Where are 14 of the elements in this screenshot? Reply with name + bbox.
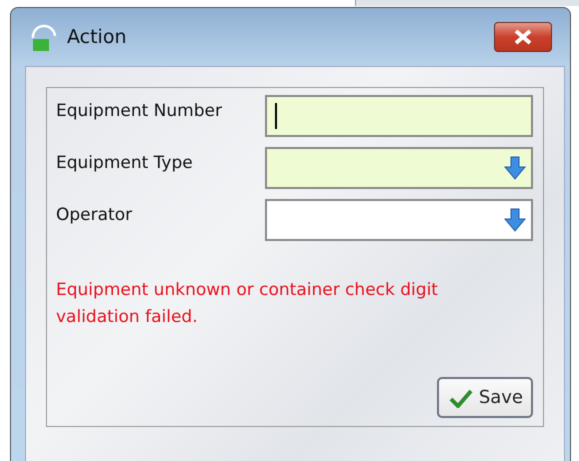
down-arrow-icon[interactable]	[503, 207, 527, 233]
padlock-icon	[29, 22, 59, 52]
checkmark-icon	[448, 388, 473, 408]
dropdown-field[interactable]	[265, 199, 533, 241]
down-arrow-icon[interactable]	[503, 155, 527, 181]
field-label: Equipment Type	[56, 152, 194, 173]
error-message: Equipment unknown or container check digit validation failed.	[56, 279, 439, 329]
window-title: Action	[67, 26, 128, 48]
dropdown-field[interactable]	[265, 147, 533, 189]
field-label: Operator	[56, 204, 134, 225]
save-button[interactable]: Save	[436, 377, 533, 418]
input-field[interactable]	[265, 95, 533, 137]
field-label: Equipment Number	[56, 100, 223, 121]
close-button[interactable]	[494, 22, 552, 52]
